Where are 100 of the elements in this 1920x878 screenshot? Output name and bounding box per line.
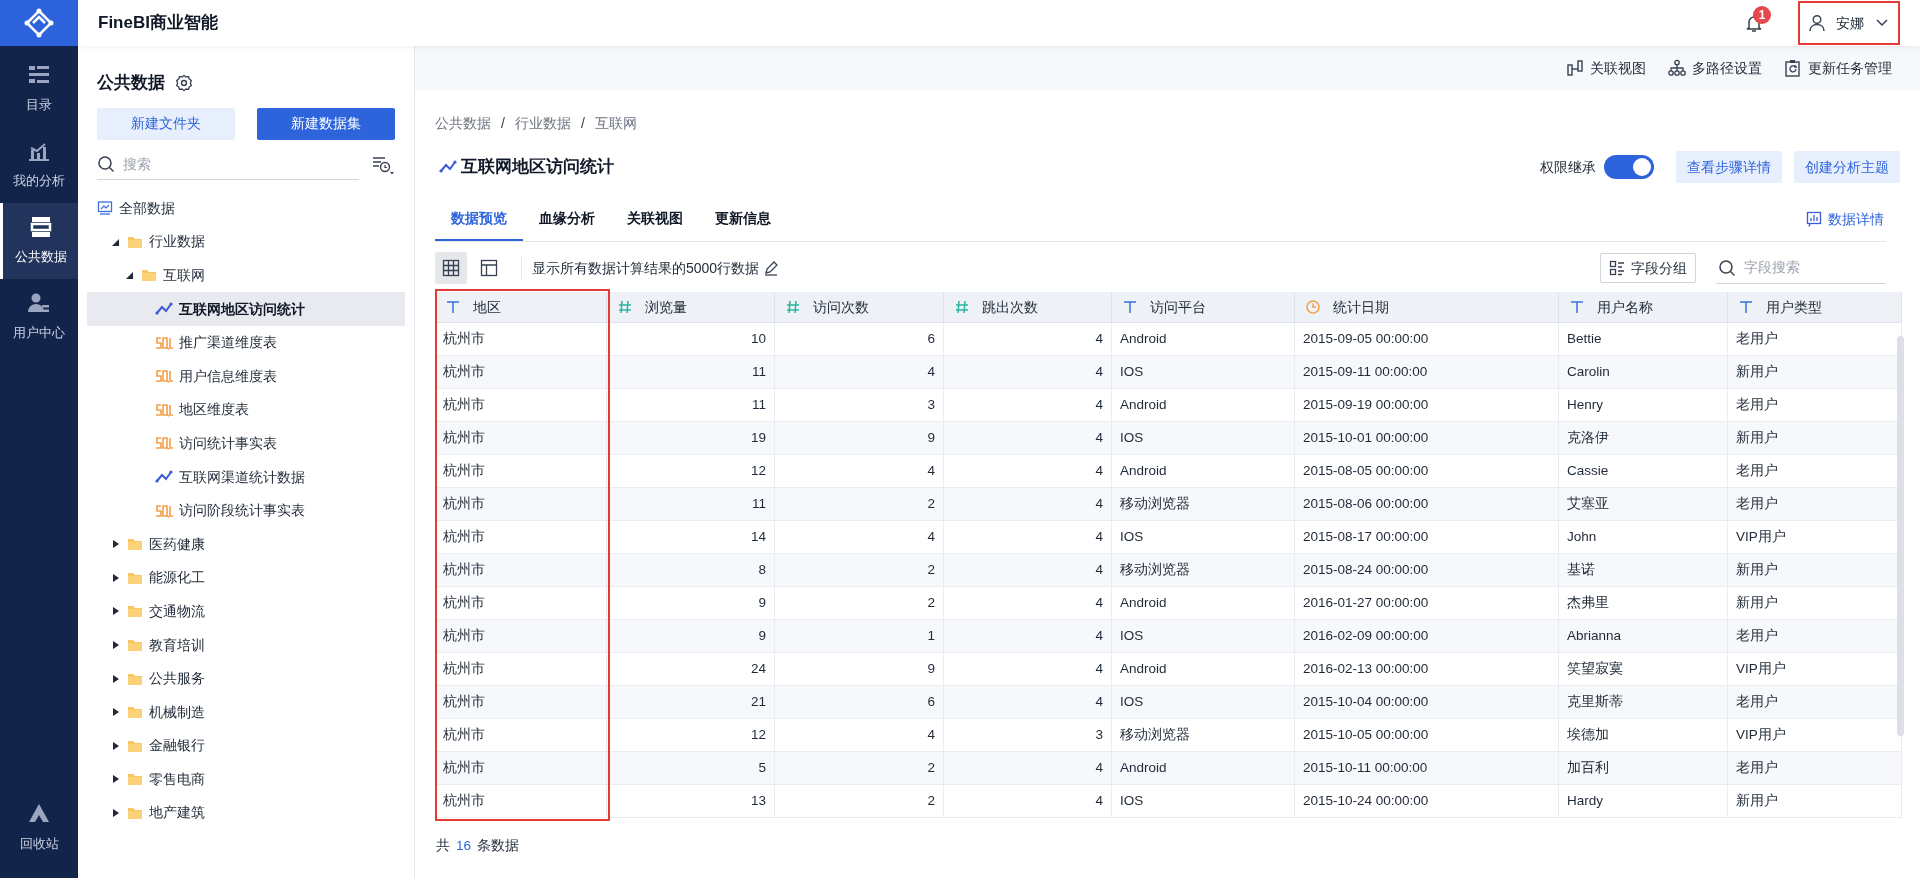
table-cell-text: 新用户 bbox=[1736, 560, 1778, 579]
column-header[interactable]: 地区 bbox=[435, 292, 607, 322]
tree-item[interactable]: 能源化工 bbox=[87, 561, 405, 595]
breadcrumb-link[interactable]: 互联网 bbox=[594, 113, 637, 134]
table-cell-text: 老用户 bbox=[1736, 692, 1778, 711]
table-cell-text: 4 bbox=[1095, 362, 1103, 381]
view-mode-button[interactable] bbox=[435, 252, 467, 284]
tree-item[interactable]: 互联网 bbox=[87, 258, 405, 293]
nav-item[interactable]: 目录 bbox=[0, 51, 78, 127]
text-type-icon bbox=[1122, 299, 1138, 315]
details-link[interactable]: 数据详情 bbox=[1806, 197, 1886, 241]
table-cell-text: 杭州市 bbox=[443, 527, 485, 546]
table-cell-text: 新用户 bbox=[1736, 593, 1778, 612]
table-cell-text: Henry bbox=[1567, 395, 1603, 414]
table-cell-text: 老用户 bbox=[1736, 329, 1778, 348]
table-cell-text: 2015-08-24 00:00:00 bbox=[1303, 560, 1429, 579]
table-cell-text: 移动浏览器 bbox=[1120, 560, 1190, 579]
table-cell-text: 杭州市 bbox=[443, 659, 485, 678]
tree-item[interactable]: 医药健康 bbox=[87, 527, 405, 562]
table-cell-text: 杭州市 bbox=[443, 560, 485, 579]
tab[interactable]: 关联视图 bbox=[611, 197, 699, 241]
toolbar-button[interactable]: 更新任务管理 bbox=[1784, 57, 1892, 79]
row-limit-note: 显示所有数据计算结果的5000行数据 bbox=[532, 258, 760, 278]
table-cell-text: 2015-09-11 00:00:00 bbox=[1303, 362, 1428, 381]
table-cell-text: 9 bbox=[927, 659, 935, 678]
folder-icon bbox=[127, 604, 143, 619]
table-cell-text: 2016-02-13 00:00:00 bbox=[1303, 659, 1429, 678]
database-icon bbox=[28, 215, 53, 240]
table-cell-text: 6 bbox=[927, 692, 935, 711]
tree-item[interactable]: 行业数据 bbox=[87, 225, 405, 259]
toolbar-button[interactable]: 关联视图 bbox=[1566, 57, 1646, 79]
nav-item[interactable]: 公共数据 bbox=[0, 203, 78, 279]
table-cell-text: Bettie bbox=[1567, 329, 1602, 348]
field-group-button[interactable]: 字段分组 bbox=[1600, 253, 1696, 283]
tab[interactable]: 更新信息 bbox=[699, 197, 787, 241]
tree-item[interactable]: 地产建筑 bbox=[87, 796, 405, 830]
sql-icon bbox=[155, 402, 173, 417]
tab[interactable]: 血缘分析 bbox=[523, 197, 611, 241]
table-cell-text: 19 bbox=[750, 428, 766, 447]
table-cell-text: 2 bbox=[927, 758, 935, 777]
table-cell-text: 杭州市 bbox=[443, 362, 485, 381]
table-cell-text: IOS bbox=[1120, 527, 1144, 546]
tree-item[interactable]: 访问阶段统计事实表 bbox=[87, 493, 405, 528]
toolbar-button[interactable]: 多路径设置 bbox=[1668, 57, 1762, 79]
tree-item[interactable]: 零售电商 bbox=[87, 762, 405, 797]
hierarchy-icon bbox=[1668, 59, 1686, 77]
user-icon bbox=[1808, 14, 1826, 32]
column-header[interactable]: 浏览量 bbox=[607, 292, 775, 322]
tree-item[interactable]: 互联网地区访问统计 bbox=[87, 292, 405, 326]
tree-item[interactable]: 地区维度表 bbox=[87, 393, 405, 427]
column-header[interactable]: 跳出次数 bbox=[944, 292, 1112, 322]
user-menu[interactable]: 安娜 bbox=[1798, 1, 1900, 45]
tree-item[interactable]: 公共服务 bbox=[87, 661, 405, 696]
action-button[interactable]: 查看步骤详情 bbox=[1676, 151, 1782, 183]
permission-toggle[interactable] bbox=[1604, 155, 1654, 179]
tree-item[interactable]: 教育培训 bbox=[87, 628, 405, 662]
nav-item[interactable]: 用户中心 bbox=[0, 279, 78, 355]
table-cell-text: Carolin bbox=[1567, 362, 1610, 381]
tree-item[interactable]: 用户信息维度表 bbox=[87, 359, 405, 394]
toggle-label: 权限继承 bbox=[1540, 157, 1596, 177]
table-cell-text: IOS bbox=[1120, 692, 1144, 711]
notification-button[interactable]: 1 bbox=[1734, 3, 1774, 43]
table-cell-text: Hardy bbox=[1567, 791, 1603, 810]
breadcrumb-link[interactable]: 行业数据 bbox=[514, 113, 571, 134]
folder-icon bbox=[127, 537, 143, 552]
settings-icon bbox=[175, 73, 193, 92]
column-header[interactable]: 访问平台 bbox=[1112, 292, 1295, 322]
table-cell-text: 杭州市 bbox=[443, 461, 485, 480]
table-cell-text: 10 bbox=[750, 329, 766, 348]
nav-item[interactable]: 我的分析 bbox=[0, 127, 78, 203]
new-dataset-button[interactable]: 新建数据集 bbox=[257, 107, 395, 140]
scrollbar[interactable] bbox=[1897, 336, 1904, 736]
table-cell-text: 4 bbox=[1095, 593, 1103, 612]
column-header[interactable]: 用户名称 bbox=[1559, 292, 1728, 322]
column-header[interactable]: 访问次数 bbox=[775, 292, 944, 322]
tab[interactable]: 数据预览 bbox=[435, 197, 523, 241]
table-cell-text: Android bbox=[1120, 461, 1167, 480]
tree-item[interactable]: 机械制造 bbox=[87, 695, 405, 729]
line-chart-icon bbox=[439, 160, 457, 174]
column-header[interactable]: 统计日期 bbox=[1295, 292, 1559, 322]
tree-item[interactable]: 交通物流 bbox=[87, 594, 405, 629]
column-header[interactable]: 用户类型 bbox=[1728, 292, 1902, 322]
table-cell-text: 新用户 bbox=[1736, 791, 1778, 810]
tree-item[interactable]: 金融银行 bbox=[87, 729, 405, 763]
tree-item[interactable]: 访问统计事实表 bbox=[87, 426, 405, 461]
action-button[interactable]: 创建分析主题 bbox=[1794, 151, 1900, 183]
search-field[interactable]: 搜索 bbox=[123, 153, 359, 175]
new-folder-button[interactable]: 新建文件夹 bbox=[97, 107, 235, 140]
breadcrumb-link[interactable]: 公共数据 bbox=[435, 113, 491, 134]
breadcrumb-separator: / bbox=[501, 114, 505, 133]
tree-item[interactable]: 全部数据 bbox=[87, 191, 405, 226]
table-cell-text: 基诺 bbox=[1567, 560, 1595, 579]
table-cell-text: 老用户 bbox=[1736, 626, 1778, 645]
table-cell-text: 2 bbox=[927, 560, 935, 579]
tree-item[interactable]: 互联网渠道统计数据 bbox=[87, 460, 405, 494]
table-cell-text: 4 bbox=[1095, 626, 1103, 645]
tree-item[interactable]: 推广渠道维度表 bbox=[87, 325, 405, 360]
nav-item[interactable]: 回收站 bbox=[0, 788, 78, 868]
layout-icon bbox=[480, 259, 498, 277]
field-search[interactable]: 字段搜索 bbox=[1744, 257, 1884, 278]
